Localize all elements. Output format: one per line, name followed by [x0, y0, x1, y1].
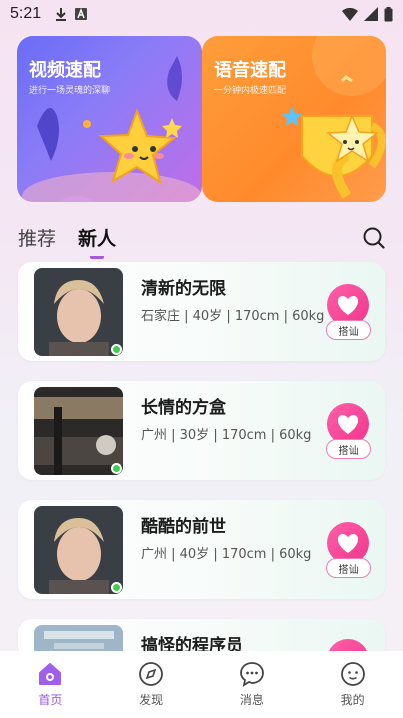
wifi-icon [342, 7, 358, 21]
tab-new-label: 新人 [78, 228, 117, 250]
user-info: 广州 | 40岁 | 170cm | 60kg [141, 547, 312, 562]
greet-button[interactable]: 搭讪 [326, 439, 371, 459]
greet-button[interactable]: 搭讪 [326, 558, 371, 578]
video-match-subtitle: 进行一场灵魂的深聊 [29, 86, 111, 96]
user-card[interactable]: 酷酷的前世 广州 | 40岁 | 170cm | 60kg 搭讪 [18, 500, 385, 599]
user-avatar[interactable] [34, 506, 123, 594]
nav-messages[interactable]: 消息 [222, 660, 282, 708]
a-app-icon [75, 8, 88, 20]
voice-match-title: 语音速配 [214, 60, 286, 81]
status-bar: 5:21 [0, 0, 403, 28]
download-icon [56, 8, 67, 21]
nav-home[interactable]: 首页 [20, 660, 80, 708]
voice-match-banner[interactable]: 语音速配 一分钟内极速匹配 [202, 36, 386, 202]
user-avatar[interactable] [34, 387, 123, 475]
nav-profile[interactable]: 我的 [323, 660, 383, 708]
user-avatar[interactable] [34, 268, 123, 356]
bottom-nav: 首页 发现 消息 我的 [0, 651, 403, 718]
message-icon [239, 662, 264, 687]
video-match-title: 视频速配 [29, 60, 101, 81]
nav-messages-label: 消息 [239, 693, 264, 707]
greet-button[interactable]: 搭讪 [326, 320, 371, 340]
tab-new[interactable]: 新人 [78, 224, 117, 259]
user-info: 广州 | 30岁 | 170cm | 60kg [141, 428, 312, 443]
online-status-dot [111, 344, 122, 355]
profile-icon [340, 662, 365, 686]
online-status-dot [111, 582, 122, 593]
home-icon [39, 663, 62, 685]
user-card[interactable]: 长情的方盒 广州 | 30岁 | 170cm | 60kg 搭讪 [18, 381, 385, 480]
user-name: 清新的无限 [141, 279, 226, 299]
video-match-banner[interactable]: 视频速配 进行一场灵魂的深聊 [17, 36, 202, 202]
heart-icon [337, 415, 359, 434]
tab-recommend[interactable]: 推荐 [18, 224, 56, 251]
tab-recommend-label: 推荐 [18, 228, 57, 250]
nav-discover[interactable]: 发现 [121, 660, 181, 708]
feed-tabs: 推荐 新人 [18, 224, 117, 259]
voice-match-subtitle: 一分钟内极速匹配 [214, 86, 287, 96]
status-time: 5:21 [10, 5, 42, 22]
heart-icon [337, 296, 359, 315]
online-status-dot [111, 463, 122, 474]
nav-profile-label: 我的 [340, 693, 365, 707]
active-tab-indicator [90, 255, 105, 259]
user-name: 长情的方盒 [141, 398, 226, 418]
nav-discover-label: 发现 [139, 693, 164, 707]
user-info: 石家庄 | 40岁 | 170cm | 60kg [141, 309, 325, 324]
battery-icon [384, 6, 393, 21]
compass-icon [139, 662, 164, 686]
user-card[interactable]: 清新的无限 石家庄 | 40岁 | 170cm | 60kg 搭讪 [18, 262, 385, 361]
signal-icon [364, 7, 378, 21]
user-name: 酷酷的前世 [141, 517, 226, 537]
search-icon[interactable] [362, 226, 386, 250]
heart-icon [337, 534, 359, 553]
nav-home-label: 首页 [38, 693, 63, 707]
